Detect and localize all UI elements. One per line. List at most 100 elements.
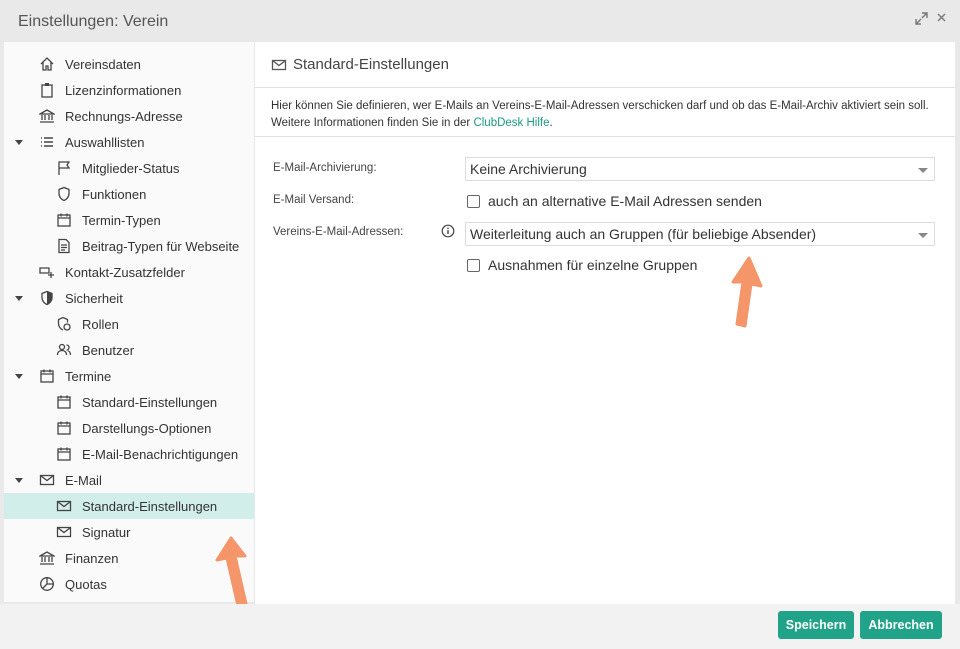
- sidebar-item-label: Rechnungs-Adresse: [65, 108, 183, 124]
- sidebar-item-label: Auswahllisten: [65, 134, 145, 150]
- chevron-down-icon[interactable]: [14, 371, 24, 381]
- sidebar-item-label: Quotas: [65, 576, 107, 592]
- exceptions-checkbox[interactable]: [467, 258, 480, 272]
- sidebar-item-label: Finanzen: [65, 550, 119, 566]
- cancel-button[interactable]: Abbrechen: [860, 611, 942, 639]
- sidebar-item-funktionen[interactable]: Funktionen: [55, 181, 146, 207]
- bank-icon: [38, 107, 56, 125]
- archive-select-value: Keine Archivierung: [470, 161, 587, 177]
- info-icon[interactable]: [441, 224, 455, 238]
- help-link[interactable]: ClubDesk Hilfe: [473, 117, 549, 129]
- sidebar-item-label: Standard-Einstellungen: [82, 498, 218, 514]
- archive-label: E-Mail-Archivierung:: [273, 162, 377, 174]
- sidebar-item-signatur[interactable]: Signatur: [55, 519, 130, 545]
- shield-icon: [55, 185, 73, 203]
- addresses-select[interactable]: Weiterleitung auch an Gruppen (für belie…: [465, 222, 935, 246]
- chevron-down-icon[interactable]: [14, 137, 24, 147]
- sidebar-item-darstellungs-optionen[interactable]: Darstellungs-Optionen: [55, 415, 211, 441]
- sidebar-item-sicherheit[interactable]: Sicherheit: [14, 285, 123, 311]
- calendar-icon: [55, 445, 73, 463]
- role-shield-icon: [55, 315, 73, 333]
- sidebar-item-finanzen[interactable]: Finanzen: [38, 545, 118, 571]
- sidebar-item-benutzer[interactable]: Benutzer: [55, 337, 134, 363]
- sidebar-item-label: Darstellungs-Optionen: [82, 420, 212, 436]
- sidebar-item-quotas[interactable]: Quotas: [38, 571, 107, 597]
- sidebar-item-termine[interactable]: Termine: [14, 363, 111, 389]
- dropdown-arrow-icon: [918, 233, 928, 238]
- info-text-end: .: [549, 117, 553, 129]
- panel-title: Standard-Einstellungen: [293, 56, 449, 73]
- alternative-addresses-label: auch an alternative E-Mail Adressen send…: [488, 193, 762, 209]
- mail-icon: [271, 57, 287, 73]
- sidebar-item-label: Signatur: [82, 524, 131, 540]
- sidebar-item-email[interactable]: E-Mail: [14, 467, 102, 493]
- archive-select[interactable]: Keine Archivierung: [465, 157, 935, 181]
- home-icon: [38, 55, 56, 73]
- sidebar-item-label: Termin-Typen: [82, 212, 161, 228]
- sidebar-item-label: Sicherheit: [65, 290, 123, 306]
- chevron-down-icon[interactable]: [14, 475, 24, 485]
- sidebar-item-kontakt-zusatzfelder[interactable]: Kontakt-Zusatzfelder: [38, 259, 185, 285]
- save-button[interactable]: Speichern: [778, 611, 854, 639]
- mail-icon: [55, 523, 73, 541]
- annotation-arrow: [731, 256, 763, 328]
- calendar-icon: [55, 211, 73, 229]
- sidebar-item-label: Lizenzinformationen: [65, 82, 182, 98]
- maximize-icon[interactable]: [914, 12, 928, 26]
- shield-check-icon: [38, 289, 56, 307]
- sidebar-item-label: Standard-Einstellungen: [82, 394, 218, 410]
- sidebar-item-label: Benutzer: [82, 342, 135, 358]
- mail-icon: [38, 471, 56, 489]
- exceptions-label: Ausnahmen für einzelne Gruppen: [488, 257, 698, 273]
- main-panel: Standard-Einstellungen Hier können Sie d…: [255, 42, 955, 604]
- dropdown-arrow-icon: [918, 168, 928, 173]
- document-icon: [55, 237, 73, 255]
- calendar-icon: [55, 393, 73, 411]
- calendar-icon: [38, 367, 56, 385]
- sidebar-item-label: E-Mail: [65, 472, 102, 488]
- pie-chart-icon: [38, 575, 56, 593]
- sidebar-item-label: Beitrag-Typen für Webseite: [82, 238, 240, 254]
- bank-icon: [38, 549, 56, 567]
- clipboard-icon: [38, 81, 56, 99]
- list-icon: [38, 133, 56, 151]
- exceptions-checkbox-row[interactable]: Ausnahmen für einzelne Gruppen: [467, 257, 697, 273]
- sidebar-item-label: Vereinsdaten: [65, 56, 141, 72]
- sidebar-item-termin-typen[interactable]: Termin-Typen: [55, 207, 161, 233]
- close-icon[interactable]: [934, 12, 948, 26]
- sidebar-item-label: Funktionen: [82, 186, 147, 202]
- addresses-select-value: Weiterleitung auch an Gruppen (für belie…: [470, 226, 817, 242]
- window-title: Einstellungen: Verein: [18, 13, 169, 30]
- divider: [255, 136, 955, 137]
- sidebar-item-label: Mitglieder-Status: [82, 160, 180, 176]
- alternative-addresses-checkbox-row[interactable]: auch an alternative E-Mail Adressen send…: [467, 193, 762, 209]
- sidebar-item-label: Termine: [65, 368, 112, 384]
- versand-label: E-Mail Versand:: [273, 194, 355, 206]
- sidebar-item-rechnungs-adresse[interactable]: Rechnungs-Adresse: [38, 103, 183, 129]
- sidebar-item-email-standard[interactable]: Standard-Einstellungen: [4, 493, 254, 519]
- alternative-addresses-checkbox[interactable]: [467, 194, 480, 208]
- sidebar-item-mitglieder-status[interactable]: Mitglieder-Status: [55, 155, 180, 181]
- sidebar-item-termine-standard[interactable]: Standard-Einstellungen: [55, 389, 217, 415]
- field-add-icon: [38, 263, 56, 281]
- sidebar-item-vereinsdaten[interactable]: Vereinsdaten: [38, 51, 141, 77]
- users-icon: [55, 341, 73, 359]
- sidebar-item-beitrag-typen[interactable]: Beitrag-Typen für Webseite: [55, 233, 239, 259]
- settings-sidebar: Vereinsdaten Lizenzinformationen Rechnun…: [4, 42, 254, 612]
- chevron-down-icon[interactable]: [14, 293, 24, 303]
- panel-header: Standard-Einstellungen: [255, 42, 955, 88]
- sidebar-item-label: E-Mail-Benachrichtigungen: [82, 446, 239, 462]
- addresses-label: Vereins-E-Mail-Adressen:: [273, 226, 404, 238]
- info-text: Hier können Sie definieren, wer E-Mails …: [271, 98, 943, 132]
- title-bar: Einstellungen: Verein: [0, 0, 960, 42]
- sidebar-item-email-benachrichtigungen[interactable]: E-Mail-Benachrichtigungen: [55, 441, 238, 467]
- sidebar-item-label: Kontakt-Zusatzfelder: [65, 264, 185, 280]
- info-text-body: Hier können Sie definieren, wer E-Mails …: [271, 100, 929, 129]
- calendar-icon: [55, 419, 73, 437]
- sidebar-item-label: Rollen: [82, 316, 119, 332]
- sidebar-item-lizenzinformationen[interactable]: Lizenzinformationen: [38, 77, 181, 103]
- sidebar-item-rollen[interactable]: Rollen: [55, 311, 119, 337]
- flag-icon: [55, 159, 73, 177]
- sidebar-item-auswahllisten[interactable]: Auswahllisten: [14, 129, 145, 155]
- mail-icon: [55, 497, 73, 515]
